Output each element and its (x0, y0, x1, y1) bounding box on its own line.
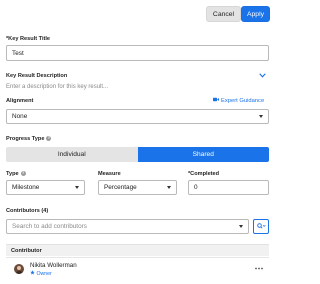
description-label: Key Result Description (6, 73, 68, 79)
avatar (14, 264, 24, 274)
progress-type-toggle: Individual Shared (6, 147, 269, 162)
help-icon[interactable]: ? (20, 171, 26, 177)
contributor-role: Owner (30, 270, 52, 277)
more-options-icon[interactable] (255, 265, 263, 271)
expert-guidance-link[interactable]: Expert Guidance (213, 97, 264, 104)
measure-select[interactable]: Percentage (98, 180, 177, 195)
top-toolbar: Cancel Apply (0, 0, 277, 28)
alignment-label: Alignment (6, 98, 34, 104)
measure-value: Percentage (104, 184, 137, 191)
expert-guidance-label: Expert Guidance (221, 97, 265, 104)
contributor-search-input[interactable]: Search to add contributors (6, 219, 249, 234)
contributor-search-placeholder: Search to add contributors (12, 223, 87, 230)
progress-type-text: Progress Type (6, 136, 45, 142)
type-select[interactable]: Milestone (6, 180, 85, 195)
apply-button[interactable]: Apply (241, 6, 270, 22)
contributors-label: Contributors (4) (6, 208, 49, 214)
title-value: Test (12, 49, 24, 57)
completed-label: *Completed (188, 171, 220, 177)
type-label-text: Type (6, 171, 19, 177)
alignment-value: None (12, 113, 28, 120)
cancel-button[interactable]: Cancel (206, 6, 241, 22)
progress-option-shared[interactable]: Shared (137, 147, 269, 162)
search-filter-button[interactable] (253, 219, 269, 234)
progress-type-label: Progress Type? (6, 136, 52, 142)
contributor-role-text: Owner (36, 270, 52, 277)
alignment-select[interactable]: None (6, 109, 269, 124)
contributor-name: Nikita Wollerman (30, 262, 77, 269)
description-input[interactable]: Enter a description for this key result.… (6, 84, 269, 93)
star-icon (30, 270, 35, 277)
description-placeholder: Enter a description for this key result.… (6, 84, 109, 90)
progress-option-individual[interactable]: Individual (6, 147, 138, 162)
caret-down-icon (167, 186, 171, 189)
completed-value: 0 (194, 184, 198, 191)
title-label: *Key Result Title (6, 36, 51, 42)
completed-input[interactable]: 0 (188, 180, 269, 195)
chevron-down-icon[interactable] (259, 73, 266, 79)
measure-label: Measure (98, 171, 121, 177)
help-icon[interactable]: ? (46, 136, 52, 142)
type-label: Type? (6, 171, 26, 177)
contributor-column-header: Contributor (6, 244, 269, 256)
type-value: Milestone (12, 184, 40, 191)
caret-down-icon (75, 186, 79, 189)
title-input[interactable]: Test (6, 45, 269, 61)
caret-down-icon (259, 115, 263, 118)
search-icon (256, 222, 266, 231)
caret-down-icon (239, 225, 243, 228)
video-camera-icon (213, 97, 219, 104)
